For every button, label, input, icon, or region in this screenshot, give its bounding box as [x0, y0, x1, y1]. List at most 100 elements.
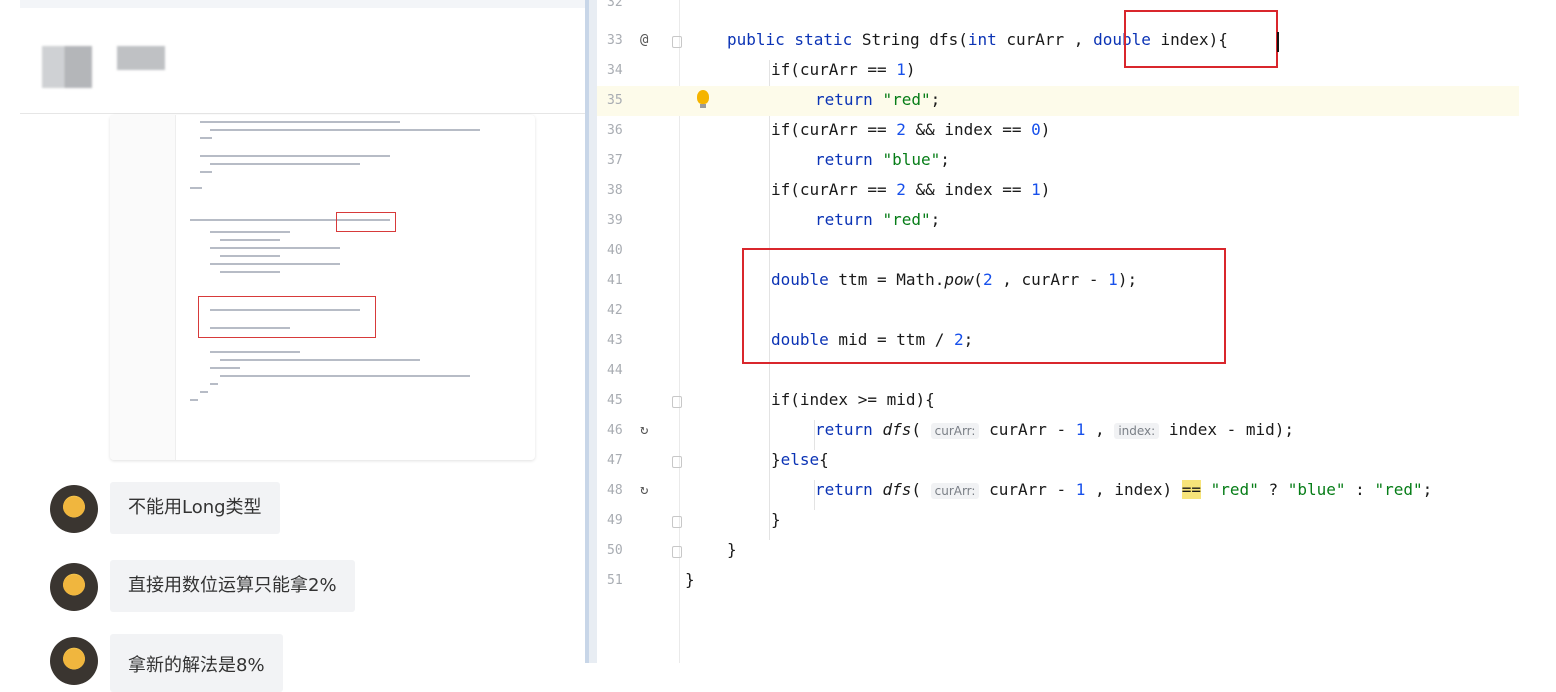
code-line[interactable]: 49 } — [597, 506, 1556, 536]
code-line[interactable]: 50 } — [597, 536, 1556, 566]
thumbnail-line — [210, 383, 218, 385]
thumbnail-line — [210, 263, 340, 265]
thumbnail-line — [220, 255, 280, 257]
thumbnail-line — [200, 171, 212, 173]
panel-divider[interactable] — [585, 0, 597, 663]
code-line[interactable]: 32 — [597, 0, 1556, 18]
thumbnail-line — [190, 187, 202, 189]
thumbnail-line — [220, 375, 470, 377]
line-number: 43 — [607, 333, 623, 348]
code-line[interactable]: 34 if(curArr == 1) — [597, 56, 1556, 86]
message-bubble: 拿新的解法是8% — [110, 634, 283, 692]
code-text: return "blue"; — [815, 150, 950, 169]
line-number: 37 — [607, 153, 623, 168]
code-text: return "red"; — [815, 210, 941, 229]
fold-icon[interactable] — [672, 396, 682, 408]
avatar-monkey-icon[interactable] — [50, 485, 98, 533]
line-number: 38 — [607, 183, 623, 198]
line-number: 33 — [607, 33, 623, 48]
thumbnail-line — [190, 399, 198, 401]
code-screenshot-thumbnail[interactable] — [110, 115, 535, 460]
code-line[interactable]: 45 if(index >= mid){ — [597, 386, 1556, 416]
thumbnail-line — [210, 247, 340, 249]
code-line[interactable]: 36 if(curArr == 2 && index == 0) — [597, 116, 1556, 146]
code-text: return dfs( curArr: curArr - 1 , index) … — [815, 480, 1433, 499]
code-line[interactable]: 39 return "red"; — [597, 206, 1556, 236]
code-text: return dfs( curArr: curArr - 1 , index: … — [815, 420, 1295, 439]
chat-header — [20, 8, 585, 114]
code-line-current[interactable]: 35 return "red"; — [597, 86, 1519, 116]
param-hint: curArr: — [930, 423, 980, 439]
fold-icon[interactable] — [672, 516, 682, 528]
line-number: 45 — [607, 393, 623, 408]
recursion-icon[interactable]: ↻ — [640, 482, 648, 498]
line-number: 39 — [607, 213, 623, 228]
message-bubble: 不能用Long类型 — [110, 482, 280, 534]
blurred-name — [117, 46, 165, 70]
thumbnail-line — [200, 155, 390, 157]
fold-icon[interactable] — [672, 546, 682, 558]
avatar-monkey-icon[interactable] — [50, 563, 98, 611]
code-line[interactable]: 38 if(curArr == 2 && index == 1) — [597, 176, 1556, 206]
avatar-monkey-icon[interactable] — [50, 637, 98, 685]
string-equality-warning[interactable]: == — [1181, 480, 1202, 499]
fold-icon[interactable] — [672, 36, 682, 48]
recursion-icon[interactable]: ↻ — [640, 422, 648, 438]
thumbnail-line — [220, 239, 280, 241]
line-number: 47 — [607, 453, 623, 468]
line-number: 40 — [607, 243, 623, 258]
code-text: } — [727, 540, 737, 559]
line-number: 34 — [607, 63, 623, 78]
code-text: }else{ — [771, 450, 829, 469]
thumbnail-gutter — [110, 115, 176, 460]
line-number: 41 — [607, 273, 623, 288]
thumbnail-line — [220, 271, 280, 273]
code-text: } — [685, 570, 695, 589]
param-hint: curArr: — [930, 483, 980, 499]
thumbnail-line — [210, 163, 360, 165]
thumbnail-line — [210, 309, 360, 311]
line-number: 51 — [607, 573, 623, 588]
line-number: 49 — [607, 513, 623, 528]
at-annotation-icon[interactable]: @ — [640, 32, 648, 48]
line-number: 32 — [607, 0, 623, 10]
thumbnail-highlight-box — [336, 212, 396, 232]
blurred-avatar — [42, 46, 92, 88]
thumbnail-line — [200, 391, 208, 393]
line-number: 35 — [607, 93, 623, 108]
code-line[interactable]: 46 ↻ return dfs( curArr: curArr - 1 , in… — [597, 416, 1556, 446]
code-text: } — [771, 510, 781, 529]
code-text: return "red"; — [815, 90, 941, 109]
chat-top-strip — [20, 0, 585, 8]
message-bubble: 直接用数位运算只能拿2% — [110, 560, 355, 612]
line-number: 44 — [607, 363, 623, 378]
param-hint: index: — [1114, 423, 1160, 439]
code-editor[interactable]: 32 33 @ public static String dfs(int cur… — [597, 0, 1556, 663]
code-line[interactable]: 37 return "blue"; — [597, 146, 1556, 176]
line-number: 50 — [607, 543, 623, 558]
line-number: 48 — [607, 483, 623, 498]
line-number: 36 — [607, 123, 623, 138]
code-line[interactable]: 51 } — [597, 566, 1556, 596]
thumbnail-line — [200, 121, 400, 123]
thumbnail-line — [210, 367, 240, 369]
code-text: if(index >= mid){ — [771, 390, 935, 409]
lightbulb-icon[interactable] — [697, 90, 709, 108]
thumbnail-line — [210, 327, 290, 329]
text-cursor — [1277, 32, 1279, 52]
line-number: 46 — [607, 423, 623, 438]
code-line[interactable]: 47 }else{ — [597, 446, 1556, 476]
code-line[interactable]: 48 ↻ return dfs( curArr: curArr - 1 , in… — [597, 476, 1556, 506]
thumbnail-line — [210, 129, 480, 131]
annotation-box — [742, 248, 1226, 364]
code-line[interactable]: 44 — [597, 356, 1556, 386]
thumbnail-highlight-box — [198, 296, 376, 338]
code-line[interactable]: 33 @ public static String dfs(int curArr… — [597, 26, 1556, 56]
chat-panel: 不能用Long类型 直接用数位运算只能拿2% 拿新的解法是8% — [0, 0, 585, 692]
fold-icon[interactable] — [672, 456, 682, 468]
thumbnail-line — [210, 231, 290, 233]
code-text: if(curArr == 2 && index == 0) — [771, 120, 1051, 139]
code-text: if(curArr == 2 && index == 1) — [771, 180, 1051, 199]
line-number: 42 — [607, 303, 623, 318]
thumbnail-line — [220, 359, 420, 361]
